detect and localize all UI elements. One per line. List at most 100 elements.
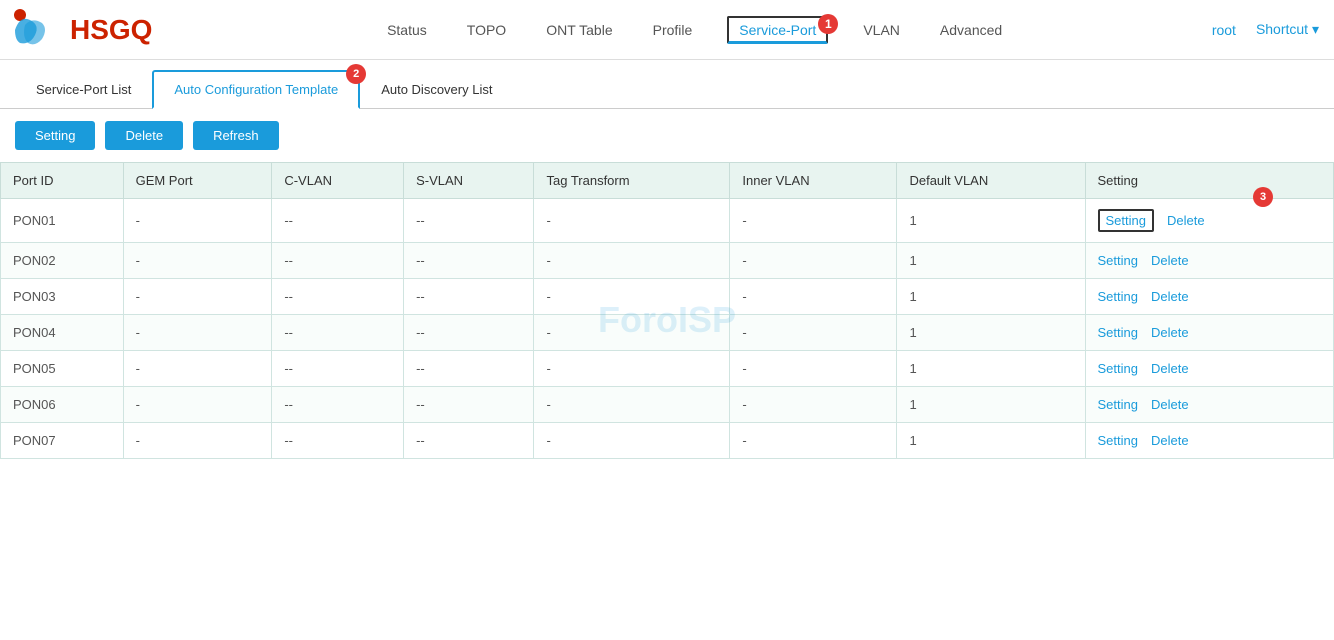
setting-cell: Setting Delete	[1085, 315, 1333, 351]
nav-vlan[interactable]: VLAN	[858, 22, 905, 38]
setting-button[interactable]: Setting	[15, 121, 95, 150]
cell-4: -	[534, 199, 730, 243]
nav-links: Status TOPO ONT Table Profile Service-Po…	[182, 22, 1206, 38]
cell-3: --	[404, 315, 534, 351]
cell-6: 1	[897, 351, 1085, 387]
cell-0: PON03	[1, 279, 124, 315]
refresh-button[interactable]: Refresh	[193, 121, 279, 150]
row-setting-button[interactable]: Setting	[1098, 361, 1138, 376]
cell-0: PON07	[1, 423, 124, 459]
setting-cell: Setting Delete	[1085, 351, 1333, 387]
nav-shortcut[interactable]: Shortcut ▾	[1251, 21, 1324, 38]
col-default-vlan: Default VLAN	[897, 163, 1085, 199]
cell-1: -	[123, 279, 272, 315]
cell-2: --	[272, 387, 404, 423]
tab-service-port-list[interactable]: Service-Port List	[15, 71, 152, 108]
col-setting: Setting	[1085, 163, 1333, 199]
toolbar: Setting Delete Refresh	[0, 109, 1334, 162]
table-body: PON01-------13SettingDeletePON02-------1…	[1, 199, 1334, 459]
table-row: PON06-------1SettingDelete	[1, 387, 1334, 423]
nav-ont-table[interactable]: ONT Table	[541, 22, 617, 38]
setting-cell: Setting Delete	[1085, 423, 1333, 459]
cell-4: -	[534, 279, 730, 315]
setting-cell: 3SettingDelete	[1085, 199, 1333, 243]
table-row: PON04-------1SettingDelete	[1, 315, 1334, 351]
table-row: PON02-------1SettingDelete	[1, 243, 1334, 279]
logo-area: HSGQ	[10, 5, 152, 55]
cell-5: -	[730, 199, 897, 243]
logo-text: HSGQ	[70, 14, 152, 46]
col-tag-transform: Tag Transform	[534, 163, 730, 199]
row-setting-button[interactable]: Setting	[1098, 325, 1138, 340]
row-delete-button[interactable]: Delete	[1151, 397, 1189, 412]
setting-cell: Setting Delete	[1085, 387, 1333, 423]
cell-5: -	[730, 351, 897, 387]
nav-status[interactable]: Status	[382, 22, 432, 38]
row-delete-button[interactable]: Delete	[1167, 213, 1205, 228]
col-port-id: Port ID	[1, 163, 124, 199]
top-nav: HSGQ Status TOPO ONT Table Profile Servi…	[0, 0, 1334, 60]
row-setting-button[interactable]: Setting	[1098, 209, 1154, 232]
row-delete-button[interactable]: Delete	[1151, 325, 1189, 340]
setting-cell: Setting Delete	[1085, 279, 1333, 315]
cell-3: --	[404, 243, 534, 279]
nav-service-port[interactable]: Service-Port	[727, 16, 828, 44]
cell-1: -	[123, 423, 272, 459]
cell-6: 1	[897, 387, 1085, 423]
col-gem-port: GEM Port	[123, 163, 272, 199]
nav-profile[interactable]: Profile	[648, 22, 698, 38]
col-c-vlan: C-VLAN	[272, 163, 404, 199]
delete-button[interactable]: Delete	[105, 121, 183, 150]
cell-3: --	[404, 387, 534, 423]
cell-5: -	[730, 243, 897, 279]
cell-1: -	[123, 351, 272, 387]
cell-3: --	[404, 279, 534, 315]
cell-2: --	[272, 315, 404, 351]
cell-6: 1	[897, 199, 1085, 243]
cell-3: --	[404, 199, 534, 243]
setting-cell: Setting Delete	[1085, 243, 1333, 279]
nav-right: root Shortcut ▾	[1207, 21, 1324, 38]
row-setting-button[interactable]: Setting	[1098, 433, 1138, 448]
row-delete-button[interactable]: Delete	[1151, 289, 1189, 304]
table-container: Port ID GEM Port C-VLAN S-VLAN Tag Trans…	[0, 162, 1334, 459]
cell-4: -	[534, 243, 730, 279]
cell-3: --	[404, 351, 534, 387]
cell-4: -	[534, 423, 730, 459]
cell-6: 1	[897, 279, 1085, 315]
cell-3: --	[404, 423, 534, 459]
setting-row-badge: 3	[1253, 187, 1273, 207]
cell-4: -	[534, 387, 730, 423]
cell-4: -	[534, 315, 730, 351]
cell-2: --	[272, 243, 404, 279]
table-header: Port ID GEM Port C-VLAN S-VLAN Tag Trans…	[1, 163, 1334, 199]
nav-root[interactable]: root	[1207, 22, 1241, 38]
cell-0: PON04	[1, 315, 124, 351]
cell-5: -	[730, 387, 897, 423]
cell-1: -	[123, 243, 272, 279]
table-row: PON03-------1SettingDelete	[1, 279, 1334, 315]
tab-auto-discovery-list[interactable]: Auto Discovery List	[360, 71, 513, 108]
cell-1: -	[123, 199, 272, 243]
cell-2: --	[272, 199, 404, 243]
row-delete-button[interactable]: Delete	[1151, 361, 1189, 376]
cell-1: -	[123, 387, 272, 423]
row-delete-button[interactable]: Delete	[1151, 433, 1189, 448]
cell-5: -	[730, 279, 897, 315]
cell-5: -	[730, 315, 897, 351]
nav-topo[interactable]: TOPO	[462, 22, 511, 38]
table-row: PON01-------13SettingDelete	[1, 199, 1334, 243]
row-delete-button[interactable]: Delete	[1151, 253, 1189, 268]
cell-6: 1	[897, 243, 1085, 279]
tab-auto-config-template[interactable]: Auto Configuration Template 2	[152, 70, 360, 109]
cell-6: 1	[897, 315, 1085, 351]
table-row: PON07-------1SettingDelete	[1, 423, 1334, 459]
row-setting-button[interactable]: Setting	[1098, 289, 1138, 304]
cell-2: --	[272, 423, 404, 459]
cell-0: PON01	[1, 199, 124, 243]
tabs-bar: Service-Port List Auto Configuration Tem…	[0, 60, 1334, 109]
row-setting-button[interactable]: Setting	[1098, 397, 1138, 412]
nav-advanced[interactable]: Advanced	[935, 22, 1007, 38]
row-setting-button[interactable]: Setting	[1098, 253, 1138, 268]
cell-5: -	[730, 423, 897, 459]
